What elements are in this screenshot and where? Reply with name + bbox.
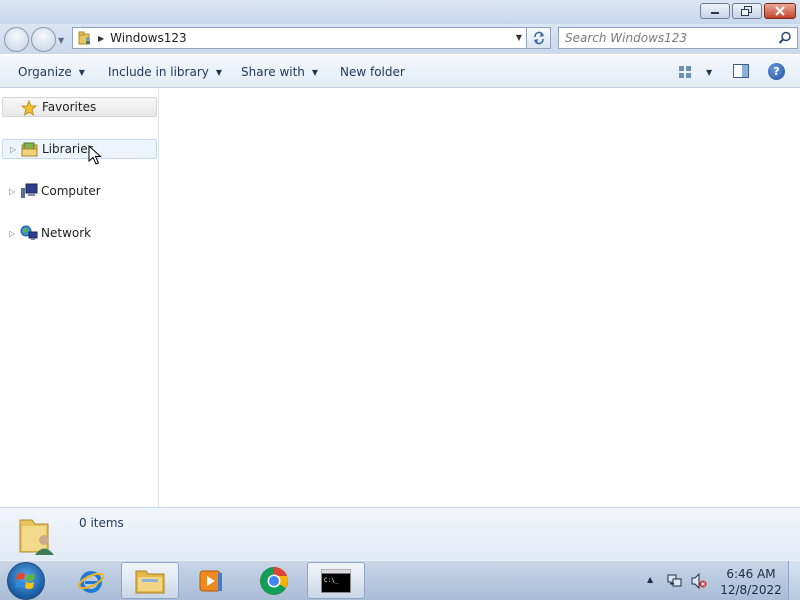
expand-arrow-icon[interactable]: ▷ [10, 145, 16, 154]
command-bar: Organize ▼ Include in library ▼ Share wi… [0, 55, 800, 88]
nav-item-computer[interactable]: ▷ Computer [2, 181, 157, 201]
nav-item-network[interactable]: ▷ Network [2, 223, 157, 243]
expand-arrow-icon[interactable]: ▷ [9, 187, 15, 196]
back-button[interactable] [4, 27, 29, 52]
chrome-icon [260, 566, 288, 595]
nav-item-libraries[interactable]: ▷ Libraries [2, 139, 157, 159]
windows-logo-icon [15, 573, 35, 589]
libraries-icon [21, 142, 38, 157]
minimize-button[interactable] [700, 3, 730, 19]
search-box[interactable] [558, 27, 798, 49]
expand-arrow-icon[interactable]: ▷ [9, 229, 15, 238]
share-with-label: Share with [241, 65, 305, 79]
nav-label-computer: Computer [41, 184, 101, 198]
nav-item-favorites[interactable]: Favorites [2, 97, 157, 117]
show-desktop-button[interactable] [788, 561, 800, 600]
explorer-window: ▼ ▶ Windows123 ▼ Search Windows123 Organ… [0, 0, 800, 560]
address-row: ▼ ▶ Windows123 ▼ [0, 24, 800, 54]
address-dropdown[interactable]: ▼ [516, 33, 522, 42]
computer-icon [21, 183, 38, 198]
change-view-button[interactable]: ▼ [678, 65, 712, 79]
navigation-pane: Favorites ▷ Libraries ▷ Computer ▷ Netwo… [0, 89, 159, 507]
folder-icon [135, 570, 165, 593]
network-icon [20, 225, 38, 240]
file-list-pane[interactable] [160, 89, 800, 507]
restore-button[interactable] [732, 3, 762, 19]
organize-label: Organize [18, 65, 72, 79]
refresh-button[interactable] [527, 27, 551, 49]
minimize-icon [711, 12, 719, 14]
help-icon: ? [773, 65, 780, 78]
chevron-down-icon: ▼ [215, 67, 223, 77]
address-bar[interactable]: ▶ Windows123 ▼ [72, 27, 527, 49]
close-icon [775, 6, 785, 16]
restore-icon [741, 6, 752, 16]
start-button[interactable] [7, 562, 45, 600]
new-folder-button[interactable]: New folder [340, 65, 405, 79]
taskbar-ie[interactable] [62, 562, 120, 599]
close-button[interactable] [764, 3, 796, 19]
help-button[interactable]: ? [768, 63, 785, 80]
volume-muted-icon[interactable] [691, 573, 707, 589]
folder-user-icon [78, 31, 90, 45]
new-folder-label: New folder [340, 65, 405, 79]
recent-pages-dropdown[interactable]: ▼ [58, 36, 64, 45]
taskbar-explorer[interactable] [121, 562, 179, 599]
chevron-down-icon[interactable]: ▼ [706, 68, 712, 77]
clock-time: 6:46 AM [726, 567, 776, 581]
preview-pane-icon[interactable] [733, 64, 749, 78]
taskbar-chrome[interactable] [245, 562, 303, 599]
nav-label-network: Network [41, 226, 92, 240]
chevron-down-icon: ▼ [78, 67, 85, 77]
mouse-pointer-icon [88, 145, 102, 165]
search-icon[interactable] [778, 31, 792, 45]
taskbar-media-player[interactable] [182, 562, 240, 599]
cmd-icon: C:\_ [321, 568, 351, 593]
include-in-library-label: Include in library [108, 65, 209, 79]
include-in-library-menu[interactable]: Include in library ▼ [108, 65, 222, 79]
svg-text:C:\_: C:\_ [324, 577, 339, 584]
media-player-icon [199, 570, 222, 591]
ie-icon [78, 570, 104, 593]
network-status-icon[interactable] [667, 573, 683, 589]
breadcrumb-separator[interactable]: ▶ [98, 34, 104, 43]
refresh-icon [533, 31, 544, 45]
view-grid-icon [679, 66, 691, 78]
item-count: 0 items [79, 516, 124, 530]
share-with-menu[interactable]: Share with ▼ [241, 65, 318, 79]
taskbar: C:\_ ▲ 6:46 AM 12/8/2022 [0, 560, 800, 600]
taskbar-cmd[interactable]: C:\_ [307, 562, 365, 599]
nav-label-favorites: Favorites [42, 100, 97, 114]
clock[interactable]: 6:46 AM 12/8/2022 [718, 566, 784, 598]
details-pane: 0 items [0, 507, 800, 560]
show-hidden-icons-button[interactable]: ▲ [647, 575, 653, 584]
window-controls [700, 3, 796, 19]
organize-menu[interactable]: Organize ▼ [18, 65, 85, 79]
chevron-down-icon: ▼ [311, 67, 319, 77]
clock-date: 12/8/2022 [720, 583, 782, 597]
nav-label-libraries: Libraries [42, 142, 94, 156]
star-icon [21, 100, 37, 116]
breadcrumb-current[interactable]: Windows123 [110, 31, 186, 45]
title-bar[interactable] [0, 0, 800, 24]
search-input[interactable] [565, 31, 775, 45]
folder-user-icon [19, 519, 54, 555]
forward-button[interactable] [31, 27, 56, 52]
